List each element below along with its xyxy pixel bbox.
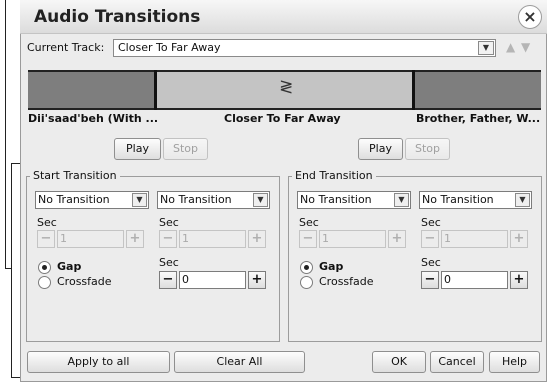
apply-to-all-button[interactable]: Apply to all — [27, 351, 170, 373]
end-gap-radio[interactable] — [300, 261, 313, 274]
end-crossfade-label: Crossfade — [319, 275, 374, 288]
end-sec-a-increment[interactable]: + — [388, 230, 406, 248]
next-track-segment — [415, 70, 541, 110]
end-sec-a-decrement[interactable]: − — [299, 230, 317, 248]
bracket-line — [5, 0, 6, 269]
chevron-down-icon[interactable]: ▼ — [478, 41, 494, 55]
start-sec-b-increment[interactable]: + — [248, 230, 266, 248]
start-select-a-value: No Transition — [38, 193, 110, 206]
start-gap-radio[interactable] — [38, 261, 51, 274]
end-stop-button[interactable]: Stop — [405, 138, 450, 160]
chevron-down-icon[interactable]: ▼ — [253, 193, 268, 207]
end-sec-b-increment[interactable]: + — [510, 230, 528, 248]
end-sec-a-label: Sec — [299, 216, 319, 229]
start-stop-button[interactable]: Stop — [163, 138, 208, 160]
start-sec-c-input[interactable]: 0 — [179, 271, 246, 289]
move-down-icon[interactable]: ▼ — [521, 40, 530, 54]
end-sec-b-decrement[interactable]: − — [421, 230, 439, 248]
start-sec-a-decrement[interactable]: − — [37, 230, 55, 248]
ok-button[interactable]: OK — [372, 351, 426, 373]
current-track-label: Current Track: — [27, 41, 105, 54]
start-select-b-value: No Transition — [160, 193, 232, 206]
start-sec-b-label: Sec — [159, 216, 179, 229]
end-sec-c-increment[interactable]: + — [510, 271, 528, 289]
move-up-icon[interactable]: ▲ — [506, 40, 515, 54]
end-gap-label: Gap — [319, 260, 344, 273]
close-button[interactable]: × — [518, 5, 542, 29]
end-sec-c-label: Sec — [421, 256, 441, 269]
current-track-select[interactable]: Closer To Far Away — [113, 39, 496, 57]
current-track-value: Closer To Far Away — [118, 41, 221, 54]
start-transition-title: Start Transition — [30, 169, 120, 182]
end-select-b-value: No Transition — [422, 193, 494, 206]
start-sec-a-label: Sec — [37, 216, 57, 229]
start-sec-b-decrement[interactable]: − — [159, 230, 177, 248]
end-sec-a-input[interactable]: 1 — [319, 230, 386, 248]
start-sec-c-decrement[interactable]: − — [159, 271, 177, 289]
end-sec-b-label: Sec — [421, 216, 441, 229]
chevron-down-icon[interactable]: ▼ — [394, 193, 409, 207]
cancel-button[interactable]: Cancel — [430, 351, 484, 373]
dialog-title: Audio Transitions — [34, 7, 201, 27]
start-sec-c-increment[interactable]: + — [248, 271, 266, 289]
help-button[interactable]: Help — [489, 351, 540, 373]
next-track-label: Brother, Father, W... — [416, 112, 541, 125]
start-sec-a-increment[interactable]: + — [126, 230, 144, 248]
chevron-down-icon[interactable]: ▼ — [515, 193, 530, 207]
end-play-button[interactable]: Play — [358, 138, 403, 160]
bracket-line — [11, 163, 12, 378]
start-gap-label: Gap — [57, 260, 82, 273]
previous-track-label: Dii'saad'beh (With ... — [28, 112, 159, 125]
start-crossfade-label: Crossfade — [57, 275, 112, 288]
clear-all-button[interactable]: Clear All — [174, 351, 305, 373]
start-crossfade-radio[interactable] — [38, 276, 51, 289]
current-track-title: Closer To Far Away — [224, 112, 341, 125]
end-crossfade-radio[interactable] — [300, 276, 313, 289]
start-sec-b-input[interactable]: 1 — [179, 230, 246, 248]
end-sec-b-input[interactable]: 1 — [441, 230, 508, 248]
chevron-down-icon[interactable]: ▼ — [132, 193, 147, 207]
end-sec-c-decrement[interactable]: − — [421, 271, 439, 289]
track-join-icon: ≷ — [279, 77, 294, 97]
close-icon: × — [523, 7, 537, 26]
start-sec-c-label: Sec — [159, 256, 179, 269]
start-sec-a-input[interactable]: 1 — [57, 230, 124, 248]
end-sec-c-input[interactable]: 0 — [441, 271, 508, 289]
start-play-button[interactable]: Play — [114, 138, 161, 160]
end-select-a-value: No Transition — [300, 193, 372, 206]
previous-track-segment — [28, 70, 155, 110]
end-transition-title: End Transition — [292, 169, 376, 182]
